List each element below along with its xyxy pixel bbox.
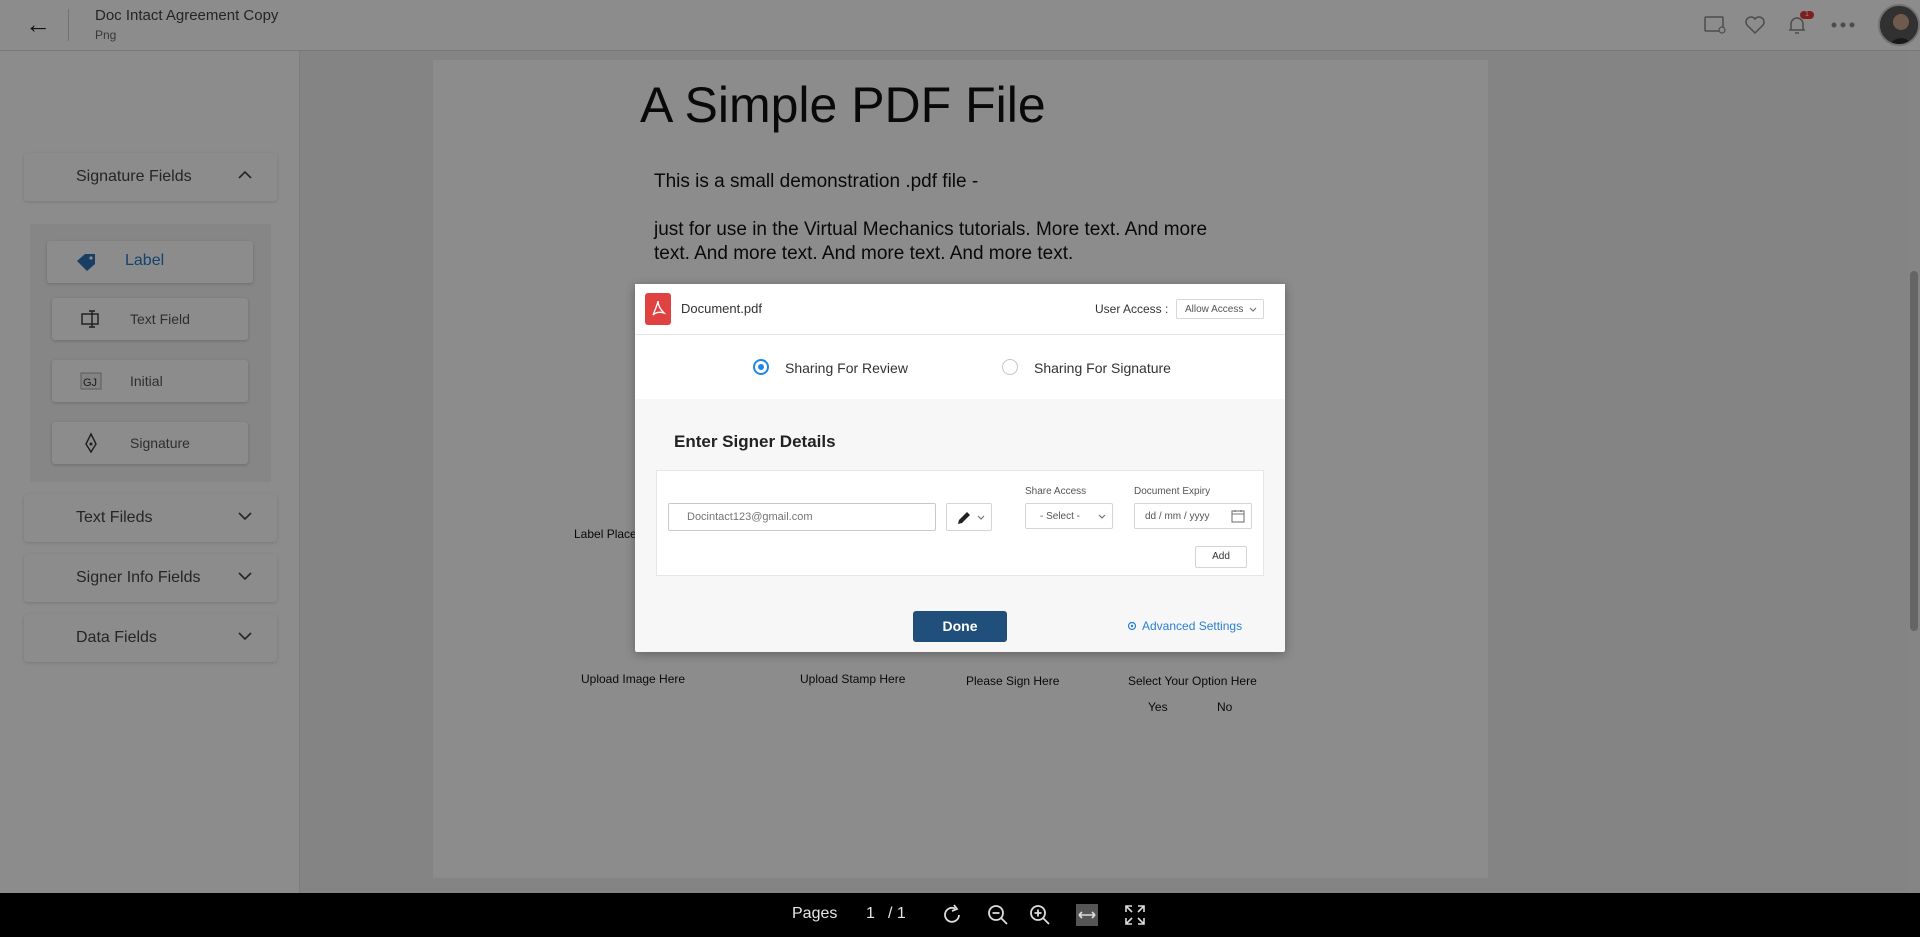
- document-expiry-label: Document Expiry: [1134, 486, 1211, 497]
- user-access-label: User Access :: [1095, 302, 1169, 316]
- expiry-placeholder: dd / mm / yyyy: [1145, 511, 1210, 522]
- signer-role-button[interactable]: [946, 503, 992, 531]
- share-dialog: Document.pdf User Access : Allow Access …: [635, 284, 1285, 652]
- signer-details-title: Enter Signer Details: [674, 432, 836, 451]
- share-mode-group: Sharing For Review Sharing For Signature: [635, 335, 1285, 399]
- add-signer-button[interactable]: Add: [1195, 546, 1247, 568]
- document-expiry-input[interactable]: dd / mm / yyyy: [1134, 503, 1252, 529]
- pencil-icon: [958, 512, 970, 524]
- zoom-out-icon[interactable]: [986, 903, 1010, 927]
- chevron-down-icon: [1098, 514, 1106, 519]
- done-button[interactable]: Done: [913, 611, 1007, 642]
- calendar-icon[interactable]: [1231, 509, 1245, 523]
- rotate-icon[interactable]: [940, 903, 964, 927]
- pages-label: Pages: [792, 905, 838, 922]
- radio-label-signature[interactable]: Sharing For Signature: [1034, 360, 1171, 376]
- share-access-select[interactable]: - Select -: [1025, 503, 1113, 529]
- chevron-down-icon: [1249, 307, 1257, 312]
- user-access-select[interactable]: Allow Access: [1176, 299, 1264, 319]
- fullscreen-icon[interactable]: [1123, 903, 1147, 927]
- dialog-header: Document.pdf User Access : Allow Access: [635, 284, 1285, 335]
- zoom-in-icon[interactable]: [1028, 903, 1052, 927]
- gear-icon: [1127, 621, 1137, 631]
- chevron-down-icon: [977, 515, 985, 520]
- radio-label-review[interactable]: Sharing For Review: [785, 360, 908, 376]
- fit-width-icon[interactable]: [1075, 903, 1099, 927]
- file-name: Document.pdf: [681, 301, 762, 316]
- radio-sharing-signature[interactable]: [1002, 359, 1018, 375]
- viewer-toolbar: Pages 1 / 1: [0, 893, 1920, 937]
- advanced-settings-link[interactable]: Advanced Settings: [1127, 619, 1243, 633]
- total-pages: / 1: [888, 905, 906, 922]
- signer-email-input[interactable]: [668, 503, 936, 531]
- share-access-label: Share Access: [1025, 486, 1087, 497]
- share-access-value: - Select -: [1040, 511, 1081, 522]
- user-access-value: Allow Access: [1185, 304, 1244, 315]
- current-page[interactable]: 1: [866, 905, 875, 923]
- radio-sharing-review[interactable]: [753, 359, 769, 375]
- pdf-file-icon: [645, 293, 671, 325]
- advanced-settings-label: Advanced Settings: [1142, 619, 1243, 633]
- signer-row: Share Access - Select - Document Expiry …: [656, 470, 1264, 576]
